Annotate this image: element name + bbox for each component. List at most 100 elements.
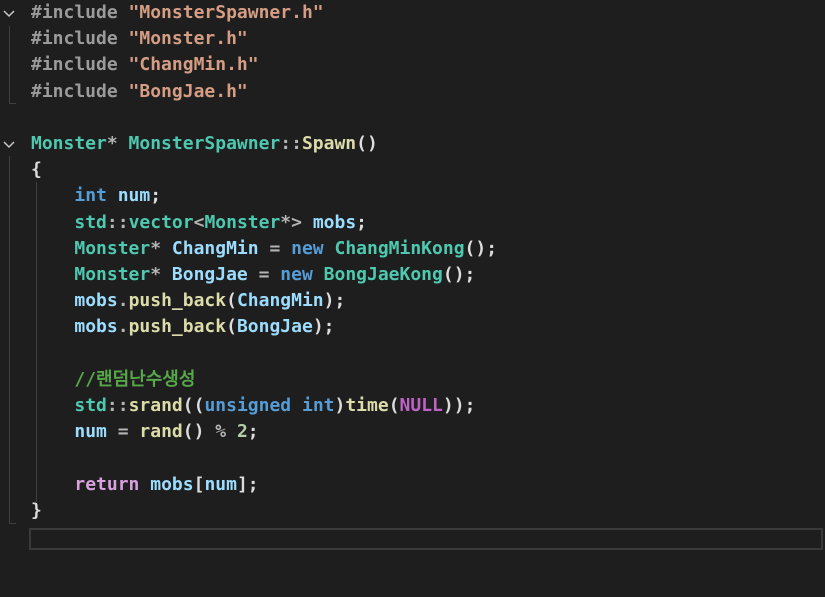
code-line[interactable]: } <box>0 498 825 524</box>
code-line-text: std::srand((unsigned int)time(NULL)); <box>31 393 475 419</box>
code-token: ); <box>312 316 335 338</box>
code-line-text: #include "BongJae.h" <box>31 79 248 105</box>
code-token: std <box>74 211 107 233</box>
code-token: push_back <box>128 316 227 338</box>
code-line-text: #include "MonsterSpawner.h" <box>31 0 324 26</box>
code-token: num <box>204 473 237 495</box>
code-token: ; <box>150 185 162 207</box>
code-token: = <box>258 237 292 259</box>
code-token: mobs <box>74 290 118 312</box>
code-token: :: <box>280 133 302 154</box>
code-token: MonsterSpawner <box>128 133 281 154</box>
code-line[interactable]: mobs.push_back(BongJae); <box>0 314 825 340</box>
code-line[interactable]: num = rand() % 2; <box>0 419 825 445</box>
code-line[interactable]: std::vector<Monster*> mobs; <box>0 210 825 236</box>
code-token: #include <box>31 28 129 50</box>
code-token: (); <box>464 237 498 259</box>
code-token: "MonsterSpawner.h" <box>128 2 324 23</box>
code-token: * <box>150 264 172 285</box>
code-token: * <box>106 133 129 154</box>
code-token: Monster <box>74 237 151 259</box>
code-token: ( <box>226 290 237 312</box>
code-token: ChangMinKong <box>334 237 465 259</box>
code-line-text: mobs.push_back(BongJae); <box>31 314 335 340</box>
code-line[interactable]: return mobs[num]; <box>0 472 825 498</box>
code-token: unsigned <box>204 395 292 416</box>
code-token: ( <box>226 316 237 338</box>
code-line[interactable]: Monster* BongJae = new BongJaeKong(); <box>0 262 825 288</box>
code-line[interactable]: #include "ChangMin.h" <box>0 52 825 78</box>
code-line[interactable] <box>0 341 825 367</box>
code-token: rand <box>139 421 183 443</box>
code-token: "ChangMin.h" <box>128 54 259 76</box>
code-line[interactable]: { <box>0 157 825 183</box>
code-token: "Monster.h" <box>128 28 248 50</box>
code-token: std <box>74 395 107 416</box>
code-line-text: int num; <box>31 183 161 209</box>
code-token: time <box>345 395 389 416</box>
code-token: ) <box>334 395 346 416</box>
code-token: * <box>150 237 172 259</box>
code-token: vector <box>128 211 194 233</box>
code-line[interactable]: #include "Monster.h" <box>0 26 825 52</box>
code-line[interactable]: #include "BongJae.h" <box>0 79 825 105</box>
code-token: . <box>117 290 129 312</box>
code-token: (); <box>442 264 476 285</box>
code-token: BongJae <box>236 316 313 338</box>
code-token: () <box>356 133 378 154</box>
code-token: int <box>74 185 107 207</box>
code-line[interactable]: std::srand((unsigned int)time(NULL)); <box>0 393 825 419</box>
code-line-text: { <box>31 157 42 183</box>
code-line[interactable]: Monster* MonsterSpawner::Spawn() <box>0 131 825 157</box>
code-line-text: Monster* BongJae = new BongJaeKong(); <box>31 262 475 288</box>
code-token: #include <box>31 54 129 76</box>
code-token: BongJae <box>171 264 248 285</box>
code-token: (( <box>182 395 205 416</box>
code-line[interactable] <box>0 445 825 471</box>
code-token: new <box>280 264 313 285</box>
code-token: [ <box>193 473 205 495</box>
code-line[interactable]: //랜덤난수생성 <box>0 367 825 393</box>
code-token: //랜덤난수생성 <box>74 368 196 390</box>
code-editor[interactable]: #include "MonsterSpawner.h" #include "Mon… <box>0 0 825 597</box>
code-token: Monster <box>204 211 281 233</box>
code-line[interactable]: Monster* ChangMin = new ChangMinKong(); <box>0 236 825 262</box>
code-line[interactable] <box>0 105 825 131</box>
code-token: ChangMin <box>171 237 259 259</box>
code-line-text: std::vector<Monster*> mobs; <box>31 210 367 236</box>
code-token: #include <box>31 2 129 23</box>
code-line-text: #include "Monster.h" <box>31 26 248 52</box>
code-token: ; <box>247 421 259 443</box>
code-line[interactable]: int num; <box>0 183 825 209</box>
code-token: 2 <box>236 421 248 443</box>
code-line[interactable]: #include "MonsterSpawner.h" <box>0 0 825 26</box>
code-token: = <box>106 421 140 443</box>
code-line-text: return mobs[num]; <box>31 472 259 498</box>
code-token: num <box>74 421 107 443</box>
code-token: mobs <box>312 211 357 233</box>
code-token: int <box>301 395 335 416</box>
code-token: "BongJae.h" <box>128 80 248 102</box>
code-token: () <box>182 421 216 443</box>
code-token: ]; <box>236 473 259 495</box>
code-token: num <box>117 185 151 207</box>
code-token: { <box>31 159 42 181</box>
code-token: Monster <box>74 264 151 285</box>
code-token: BongJaeKong <box>323 264 443 285</box>
code-token: . <box>117 316 129 338</box>
code-line-text: Monster* MonsterSpawner::Spawn() <box>31 131 378 157</box>
code-token: )); <box>442 395 476 416</box>
code-line[interactable]: mobs.push_back(ChangMin); <box>0 288 825 314</box>
code-token: ChangMin <box>236 290 324 312</box>
